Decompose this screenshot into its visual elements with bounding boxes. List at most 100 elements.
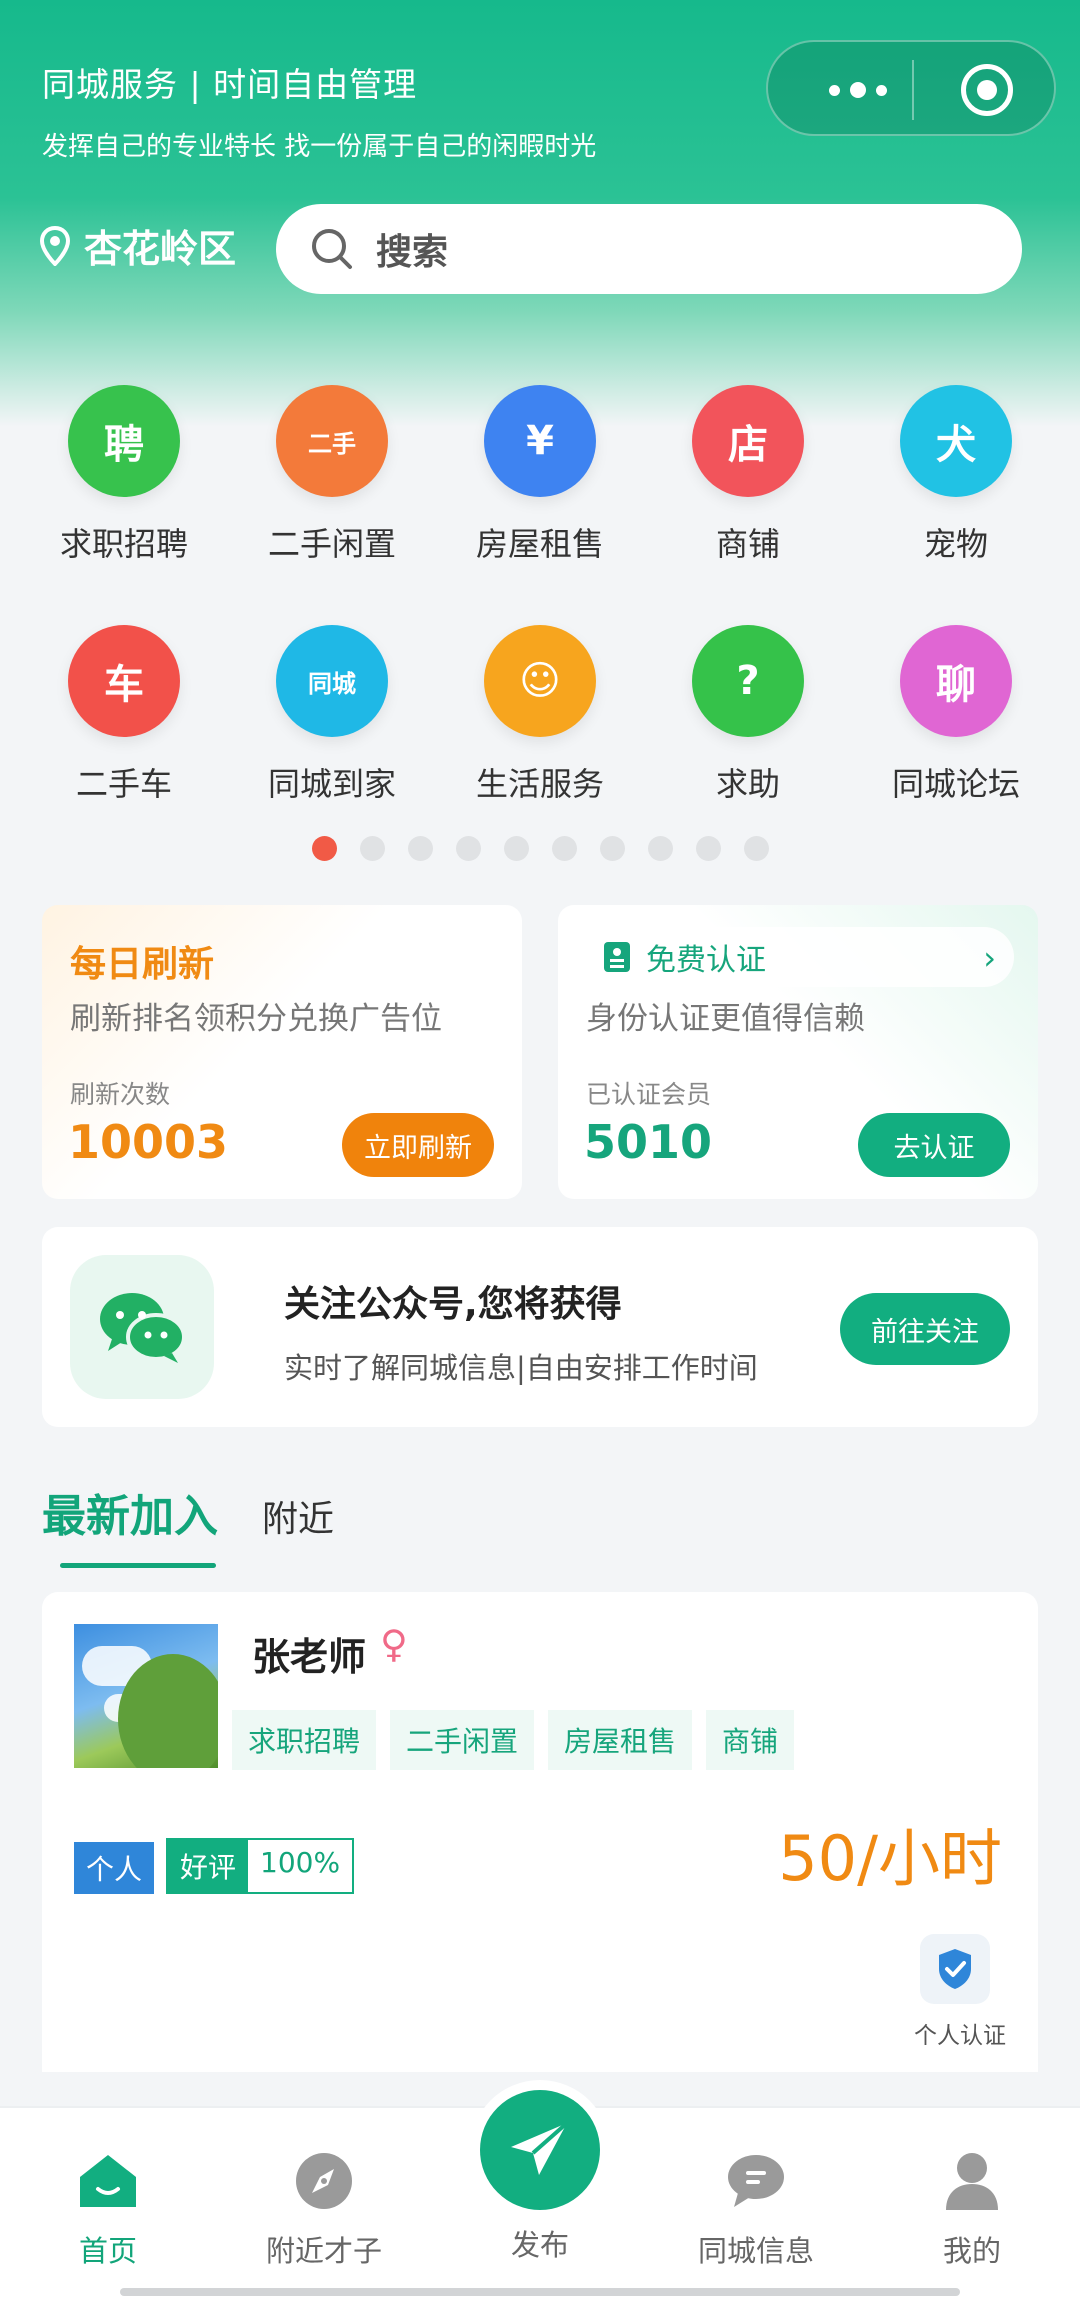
daily-refresh-card: 每日刷新 刷新排名领积分兑换广告位 刷新次数 10003 立即刷新 xyxy=(42,905,522,1199)
home-indicator xyxy=(120,2288,960,2296)
chevron-right-icon: › xyxy=(983,939,996,977)
page-dot xyxy=(599,836,625,861)
chat-bubble-icon xyxy=(656,2146,856,2216)
nav-info[interactable]: 同城信息 xyxy=(656,2146,856,2270)
category-label: 宠物 xyxy=(923,525,988,563)
category-label: 二手车 xyxy=(75,765,172,803)
follow-title: 关注公众号,您将获得 xyxy=(284,1284,622,1325)
page-dot xyxy=(695,836,721,861)
search-icon xyxy=(312,229,352,269)
avatar xyxy=(74,1624,218,1768)
refresh-count-label: 刷新次数 xyxy=(70,1080,171,1109)
app-subtitle: 发挥自己的专业特长 找一份属于自己的闲暇时光 xyxy=(42,132,597,162)
location-pin-icon xyxy=(40,225,70,266)
local-home-icon: 同城 xyxy=(276,625,388,737)
refresh-desc: 刷新排名领积分兑换广告位 xyxy=(70,1001,442,1037)
certification-link[interactable]: 免费认证 › xyxy=(584,927,1014,987)
secondhand-icon: 二手 xyxy=(276,385,388,497)
location-label: 杏花岭区 xyxy=(84,227,237,271)
nav-nearby[interactable]: 附近才子 xyxy=(224,2146,424,2270)
category-hire[interactable]: 聘求职招聘 xyxy=(20,385,228,625)
page-dot xyxy=(359,836,385,861)
review-label: 好评 xyxy=(168,1840,249,1892)
nav-nearby-label: 附近才子 xyxy=(265,2234,382,2268)
home-icon xyxy=(8,2146,208,2216)
category-car[interactable]: 车二手车 xyxy=(20,625,228,865)
app-title: 同城服务 | 时间自由管理 xyxy=(42,65,418,104)
refresh-now-button[interactable]: 立即刷新 xyxy=(342,1113,494,1177)
personal-badge: 个人 xyxy=(74,1842,155,1894)
shield-check-icon xyxy=(920,1934,990,2004)
go-follow-button[interactable]: 前往关注 xyxy=(840,1293,1010,1365)
compass-icon xyxy=(224,2146,424,2216)
category-secondhand[interactable]: 二手 二手闲置 xyxy=(228,385,436,625)
free-certification-card: 免费认证 › 身份认证更值得信赖 已认证会员 5010 去认证 xyxy=(558,905,1038,1199)
listing-price: 50/小时 xyxy=(778,1822,1002,1895)
hire-icon: 聘 xyxy=(68,385,180,497)
category-label: 求职招聘 xyxy=(59,525,188,563)
miniprogram-capsule xyxy=(766,40,1056,136)
car-icon: 车 xyxy=(68,625,180,737)
category-forum[interactable]: 聊同城论坛 xyxy=(852,625,1060,865)
capsule-divider xyxy=(912,60,914,120)
category-pet[interactable]: 犬宠物 xyxy=(852,385,1060,625)
follow-desc: 实时了解同城信息|自由安排工作时间 xyxy=(284,1351,758,1385)
category-shop[interactable]: 店商铺 xyxy=(644,385,852,625)
page-dot xyxy=(743,836,769,861)
nav-mine[interactable]: 我的 xyxy=(872,2146,1072,2270)
page-dot xyxy=(407,836,433,861)
category-help[interactable]: ? 求助 xyxy=(644,625,852,865)
category-grid: 聘求职招聘 二手 二手闲置 ¥ 房屋租售店商铺犬宠物 车二手车 同城 同城到家 ☺ 生活服务? 求… xyxy=(20,385,1060,865)
search-input[interactable]: 搜索 xyxy=(276,204,1022,294)
user-icon xyxy=(872,2146,1072,2216)
category-label: 二手闲置 xyxy=(267,525,396,563)
tab-latest[interactable]: 最新加入 xyxy=(42,1480,218,1568)
category-local-home[interactable]: 同城 同城到家 xyxy=(228,625,436,865)
more-icon[interactable] xyxy=(810,72,906,108)
paper-plane-icon xyxy=(511,2121,569,2175)
review-badge: 好评 100% xyxy=(166,1838,355,1894)
pet-icon: 犬 xyxy=(900,385,1012,497)
category-label: 房屋租售 xyxy=(475,525,604,563)
personal-verified-label: 个人认证 xyxy=(914,2023,1006,2049)
certification-desc: 身份认证更值得信赖 xyxy=(586,1001,865,1037)
publish-button[interactable] xyxy=(480,2090,600,2210)
help-icon: ? xyxy=(692,625,804,737)
review-value: 100% xyxy=(248,1840,353,1892)
nav-home[interactable]: 首页 xyxy=(8,2146,208,2270)
close-target-icon[interactable] xyxy=(961,64,1013,116)
page-dot xyxy=(503,836,529,861)
location-selector[interactable]: 杏花岭区 xyxy=(40,218,236,273)
listing-card[interactable]: 张老师 ♀ 求职招聘 二手闲置 房屋租售 商铺 个人 好评 100% 50/小时 个人… xyxy=(42,1592,1038,2072)
page-dot xyxy=(311,836,337,861)
app-screen: 同城服务 | 时间自由管理 发挥自己的专业特长 找一份属于自己的闲暇时光 杏花岭… xyxy=(0,0,1080,2300)
nav-info-label: 同城信息 xyxy=(697,2234,814,2268)
listing-tag: 求职招聘 xyxy=(232,1710,377,1770)
follow-official-account-card: 关注公众号,您将获得 实时了解同城信息|自由安排工作时间 前往关注 xyxy=(42,1227,1038,1427)
listing-tag: 房屋租售 xyxy=(548,1710,693,1770)
certified-members-count: 5010 xyxy=(584,1115,713,1169)
refresh-count: 10003 xyxy=(68,1115,229,1169)
id-card-icon xyxy=(604,942,630,972)
search-placeholder: 搜索 xyxy=(376,232,449,273)
nav-mine-label: 我的 xyxy=(942,2234,1001,2268)
category-label: 同城到家 xyxy=(267,765,396,803)
listing-tabs: 最新加入 附近 xyxy=(42,1480,334,1568)
listing-tag: 商铺 xyxy=(706,1710,795,1770)
page-dot xyxy=(551,836,577,861)
category-house[interactable]: ¥ 房屋租售 xyxy=(436,385,644,625)
category-label: 生活服务 xyxy=(475,765,604,803)
page-dot xyxy=(455,836,481,861)
forum-icon: 聊 xyxy=(900,625,1012,737)
certification-title: 免费认证 xyxy=(646,943,766,978)
category-label: 商铺 xyxy=(715,525,780,563)
page-dot xyxy=(647,836,673,861)
life-service-icon: ☺ xyxy=(484,625,596,737)
certified-members-label: 已认证会员 xyxy=(586,1080,712,1109)
page-indicator xyxy=(0,836,1080,861)
category-life-service[interactable]: ☺ 生活服务 xyxy=(436,625,644,865)
tab-nearby[interactable]: 附近 xyxy=(262,1490,334,1542)
listing-tag: 二手闲置 xyxy=(390,1710,535,1770)
listing-name: 张老师 xyxy=(252,1635,367,1679)
go-certify-button[interactable]: 去认证 xyxy=(858,1113,1010,1177)
